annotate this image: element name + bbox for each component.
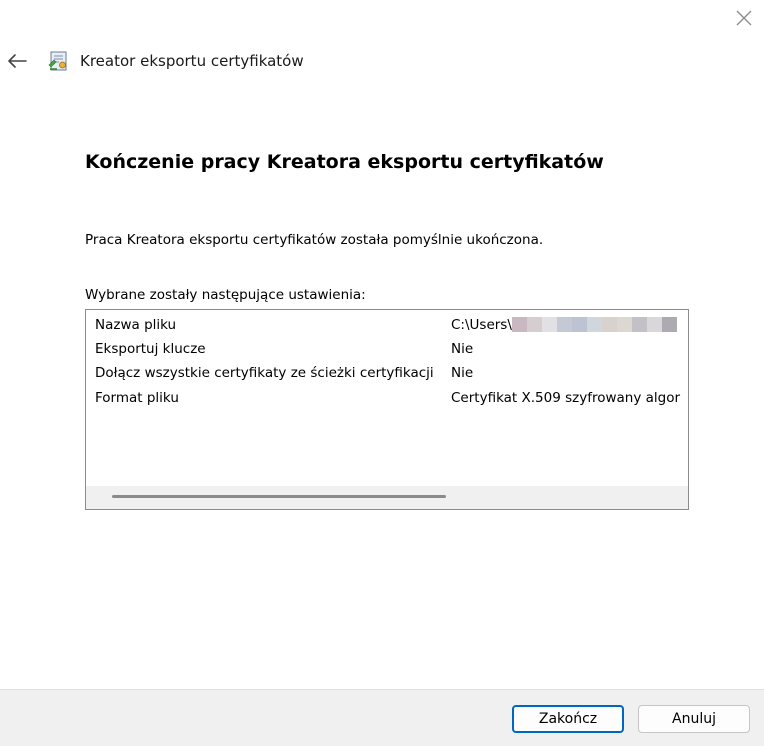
back-button[interactable] — [4, 48, 30, 74]
redaction-block — [586, 317, 602, 332]
setting-value: Nie — [451, 341, 474, 357]
page-heading: Kończenie pracy Kreatora eksportu certyf… — [85, 151, 604, 173]
settings-row-file-name: Nazwa pliku C:\Users\ — [86, 312, 688, 336]
settings-row-export-keys: Eksportuj klucze Nie — [86, 336, 688, 360]
redaction-block — [661, 317, 677, 332]
settings-row-file-format: Format pliku Certyfikat X.509 szyfrowany… — [86, 385, 688, 409]
settings-list[interactable]: Nazwa pliku C:\Users\ Eksportuj klucze N… — [85, 309, 689, 510]
redaction-block — [541, 317, 557, 332]
completion-message: Praca Kreatora eksportu certyfikatów zos… — [85, 232, 544, 248]
setting-name: Dołącz wszystkie certyfikaty ze ścieżki … — [95, 365, 434, 381]
redaction-block — [631, 317, 647, 332]
wizard-title: Kreator eksportu certyfikatów — [80, 52, 304, 70]
redaction-block — [601, 317, 617, 332]
redacted-path — [511, 317, 677, 332]
close-icon — [736, 10, 752, 26]
setting-name: Eksportuj klucze — [95, 341, 206, 357]
redaction-block — [556, 317, 572, 332]
close-button[interactable] — [730, 4, 758, 32]
redaction-block — [526, 317, 542, 332]
redaction-block — [616, 317, 632, 332]
settings-row-include-path: Dołącz wszystkie certyfikaty ze ścieżki … — [86, 360, 688, 384]
finish-button[interactable]: Zakończ — [512, 705, 624, 733]
redaction-block — [646, 317, 662, 332]
certificate-wizard-icon — [48, 51, 67, 71]
setting-value: C:\Users\ — [451, 317, 687, 333]
scrollbar-thumb[interactable] — [112, 495, 446, 498]
setting-value: Certyfikat X.509 szyfrowany algor — [451, 390, 681, 406]
redaction-block — [511, 317, 527, 332]
horizontal-scrollbar[interactable] — [86, 486, 688, 509]
back-arrow-icon — [8, 54, 27, 68]
setting-name: Nazwa pliku — [95, 317, 177, 333]
settings-list-label: Wybrane zostały następujące ustawienia: — [85, 287, 366, 303]
redaction-block — [571, 317, 587, 332]
setting-name: Format pliku — [95, 390, 179, 406]
dialog-footer: Zakończ Anuluj — [0, 689, 764, 746]
setting-value: Nie — [451, 365, 474, 381]
setting-value-text: C:\Users\ — [451, 317, 512, 333]
cancel-button[interactable]: Anuluj — [638, 705, 750, 733]
